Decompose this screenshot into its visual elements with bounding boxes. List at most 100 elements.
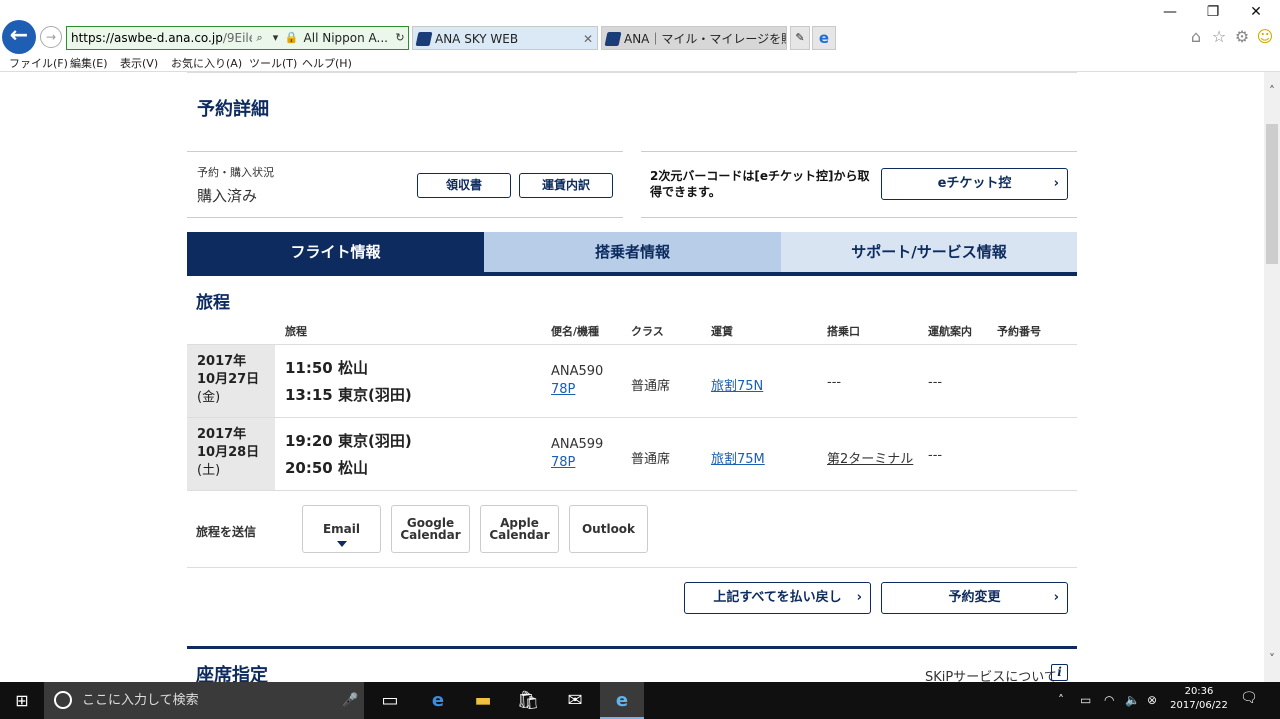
tab-passenger-info[interactable]: 搭乗者情報 bbox=[484, 232, 781, 273]
ana-favicon-icon bbox=[604, 32, 622, 46]
purchase-status-box: 予約・購入状況 購入済み 領収書 運賃内訳 bbox=[187, 151, 623, 218]
outlook-button[interactable]: Outlook bbox=[569, 505, 648, 553]
vertical-scrollbar[interactable]: ˄ ˅ bbox=[1264, 72, 1280, 682]
site-certificate[interactable]: All Nippon A... bbox=[299, 27, 392, 49]
dropdown-icon[interactable]: ▾ bbox=[267, 27, 284, 49]
col-header-class: クラス bbox=[631, 325, 664, 338]
table-row: 2017年 10月27日 (金) 11:50 松山 13:15 東京(羽田) A… bbox=[187, 344, 1077, 417]
flight-date: 2017年 10月27日 (金) bbox=[187, 345, 275, 417]
fare-link[interactable]: 旅割75M bbox=[711, 448, 765, 467]
change-booking-button[interactable]: 予約変更 › bbox=[881, 582, 1068, 614]
search-icon[interactable]: ⌕ bbox=[251, 27, 268, 49]
barcode-text: 2次元バーコードは[eチケット控]から取得できます。 bbox=[650, 169, 870, 199]
chevron-right-icon: › bbox=[856, 590, 862, 605]
gate: --- bbox=[827, 375, 842, 390]
volume-icon[interactable]: 🔈 bbox=[1125, 682, 1140, 719]
tab-support-info[interactable]: サポート/サービス情報 bbox=[781, 232, 1077, 273]
restore-button[interactable]: ❐ bbox=[1201, 4, 1225, 20]
tabs-underline bbox=[187, 272, 1077, 276]
departure: 19:20 東京(羽田) bbox=[285, 432, 412, 450]
barcode-box: 2次元バーコードは[eチケット控]から取得できます。 eチケット控 › bbox=[641, 151, 1077, 218]
aircraft-link[interactable]: 78P bbox=[551, 454, 603, 472]
skip-service-link[interactable]: SKiPサービスについて bbox=[925, 666, 1057, 682]
menu-tools[interactable]: ツール(T) bbox=[249, 55, 297, 71]
edge-icon[interactable]: e bbox=[416, 682, 460, 719]
mail-icon[interactable]: ✉ bbox=[553, 682, 597, 719]
windows-start-icon[interactable]: ⊞ bbox=[0, 682, 44, 719]
fare-breakdown-button[interactable]: 運賃内訳 bbox=[519, 173, 613, 198]
col-header-booking-number: 予約番号 bbox=[997, 325, 1041, 338]
arrival: 13:15 東京(羽田) bbox=[285, 386, 412, 404]
col-header-flight: 便名/機種 bbox=[551, 325, 600, 338]
back-button[interactable]: ← bbox=[2, 20, 36, 54]
status-label: 予約・購入状況 bbox=[197, 166, 274, 179]
minimize-button[interactable]: — bbox=[1158, 4, 1182, 20]
google-calendar-button[interactable]: Google Calendar bbox=[391, 505, 470, 553]
send-itinerary-label: 旅程を送信 bbox=[196, 525, 257, 539]
wifi-icon[interactable]: ◠ bbox=[1104, 682, 1114, 719]
task-view-icon[interactable]: ▭ bbox=[368, 682, 412, 719]
status-value: 購入済み bbox=[197, 187, 258, 205]
seat-class: 普通席 bbox=[631, 452, 671, 467]
col-header-gate: 搭乗口 bbox=[827, 325, 860, 338]
microphone-icon[interactable]: 🎤 bbox=[342, 682, 358, 719]
home-icon[interactable]: ⌂ bbox=[1185, 27, 1207, 46]
menu-view[interactable]: 表示(V) bbox=[120, 55, 158, 71]
divider bbox=[187, 490, 1077, 491]
chevron-right-icon: › bbox=[1053, 590, 1059, 605]
file-explorer-icon[interactable]: ▬ bbox=[461, 682, 505, 719]
tab-flight-info[interactable]: フライト情報 bbox=[187, 232, 484, 273]
apple-calendar-button[interactable]: Apple Calendar bbox=[480, 505, 559, 553]
ie-icon[interactable]: e bbox=[812, 26, 836, 50]
scroll-down-arrow-icon[interactable]: ˅ bbox=[1264, 652, 1280, 666]
new-tab-button[interactable]: ✎ bbox=[790, 26, 810, 50]
seat-selection-title: 座席指定 bbox=[196, 665, 268, 682]
url-text[interactable]: https://aswbe-d.ana.co.jp/9Eile48/ bbox=[67, 27, 252, 49]
close-tab-icon[interactable]: ✕ bbox=[583, 27, 593, 49]
menu-bar: ファイル(F) 編集(E) 表示(V) お気に入り(A) ツール(T) ヘルプ(… bbox=[0, 52, 1280, 72]
store-icon[interactable]: 🛍 bbox=[506, 682, 550, 719]
receipt-button[interactable]: 領収書 bbox=[417, 173, 511, 198]
dropdown-triangle-icon bbox=[337, 541, 347, 547]
clock[interactable]: 20:36 2017/06/22 bbox=[1168, 685, 1230, 713]
flight-number: ANA590 78P bbox=[551, 364, 604, 399]
address-bar[interactable]: https://aswbe-d.ana.co.jp/9Eile48/ ⌕ ▾ 🔒… bbox=[66, 26, 409, 50]
flight-times: 11:50 松山 13:15 東京(羽田) bbox=[285, 355, 412, 409]
section-divider bbox=[187, 646, 1077, 649]
taskbar-search-box[interactable]: ここに入力して検索 🎤 bbox=[44, 682, 364, 719]
cortana-icon bbox=[54, 691, 72, 709]
notification-center-icon[interactable]: 🗨 bbox=[1240, 690, 1258, 706]
gate-link[interactable]: 第2ターミナル bbox=[827, 448, 913, 467]
refresh-icon[interactable]: ↻ bbox=[392, 27, 408, 49]
fare-link[interactable]: 旅割75N bbox=[711, 375, 763, 394]
itinerary-title: 旅程 bbox=[196, 293, 230, 313]
menu-favorites[interactable]: お気に入り(A) bbox=[171, 55, 242, 71]
network-off-icon[interactable]: ⊗ bbox=[1147, 682, 1157, 719]
tab-ana-mileage[interactable]: ANA｜マイル・マイレージを貯めて... bbox=[601, 26, 787, 50]
refund-all-button[interactable]: 上記すべてを払い戻し › bbox=[684, 582, 871, 614]
close-window-button[interactable]: ✕ bbox=[1244, 4, 1268, 20]
aircraft-link[interactable]: 78P bbox=[551, 381, 603, 399]
detail-tabs: フライト情報 搭乗者情報 サポート/サービス情報 bbox=[187, 232, 1077, 277]
col-header-fare: 運賃 bbox=[711, 325, 733, 338]
tray-expand-icon[interactable]: ˄ bbox=[1058, 682, 1064, 719]
tab-ana-sky-web[interactable]: ANA SKY WEB ✕ bbox=[412, 26, 598, 50]
scroll-up-arrow-icon[interactable]: ˄ bbox=[1264, 84, 1280, 98]
menu-help[interactable]: ヘルプ(H) bbox=[302, 55, 352, 71]
info-icon[interactable]: i bbox=[1051, 664, 1068, 681]
email-button[interactable]: Email bbox=[302, 505, 381, 553]
internet-explorer-icon[interactable]: e bbox=[600, 682, 644, 719]
scroll-thumb[interactable] bbox=[1266, 124, 1278, 264]
battery-icon[interactable]: ▭ bbox=[1080, 682, 1091, 719]
smiley-feedback-icon[interactable]: ☺ bbox=[1254, 27, 1276, 46]
forward-button[interactable]: → bbox=[40, 26, 62, 48]
page-content: 予約詳細 予約・購入状況 購入済み 領収書 運賃内訳 2次元バーコードは[eチケ… bbox=[0, 72, 1264, 682]
flight-status: --- bbox=[928, 448, 943, 463]
col-header-flight-status: 運航案内 bbox=[928, 325, 972, 338]
menu-file[interactable]: ファイル(F) bbox=[9, 55, 68, 71]
settings-gear-icon[interactable]: ⚙ bbox=[1231, 27, 1253, 46]
favorites-star-icon[interactable]: ☆ bbox=[1208, 27, 1230, 46]
menu-edit[interactable]: 編集(E) bbox=[70, 55, 108, 71]
chevron-right-icon: › bbox=[1053, 176, 1059, 191]
eticket-button[interactable]: eチケット控 › bbox=[881, 168, 1068, 200]
